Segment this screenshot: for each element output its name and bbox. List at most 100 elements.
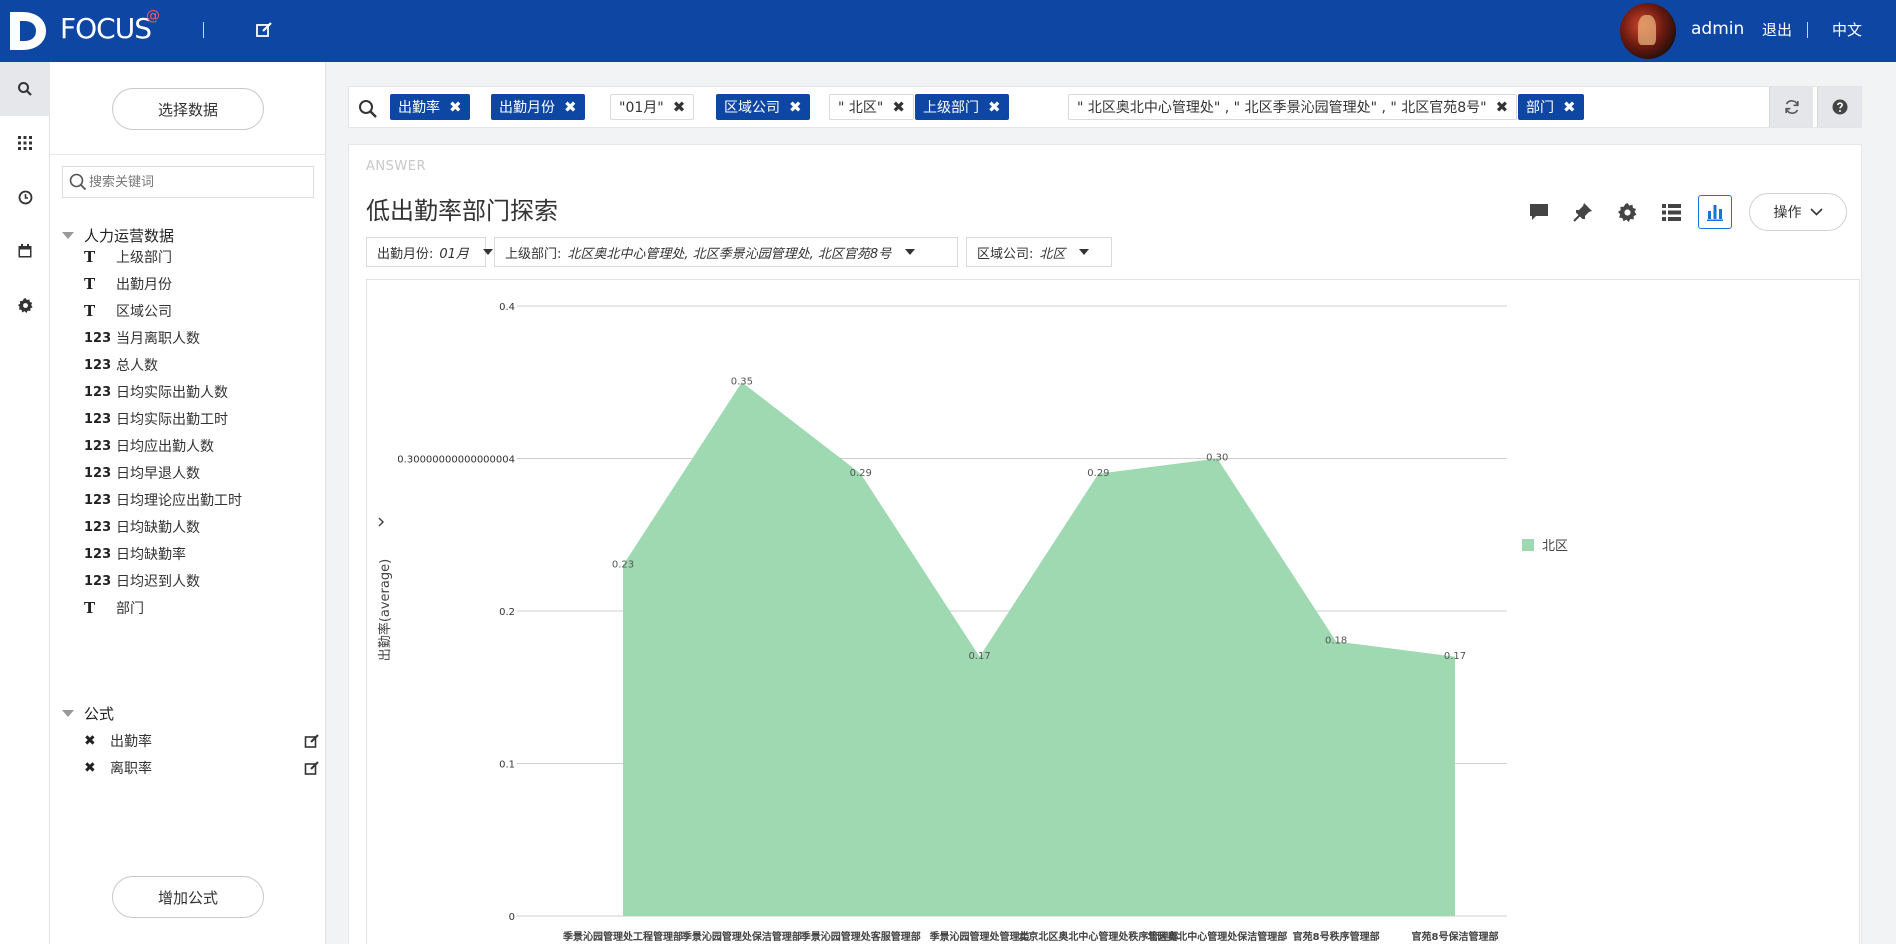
remove-tag-icon[interactable]: ✖ — [673, 98, 686, 116]
x-tick-label: 北区奥北中心管理处保洁管理部 — [1147, 930, 1287, 943]
filter-value: 北区奥北中心管理处, 北区季景沁园管理处, 北区官苑8号 — [567, 246, 892, 262]
filter-value: 01月 — [439, 246, 469, 262]
rail-settings[interactable] — [0, 278, 50, 332]
user-name[interactable]: admin — [1691, 19, 1744, 39]
calendar-icon — [18, 244, 32, 258]
avatar[interactable] — [1620, 3, 1676, 59]
table-view-button[interactable] — [1656, 197, 1686, 227]
remove-tag-icon[interactable]: ✖ — [564, 98, 577, 116]
search-input[interactable] — [89, 172, 309, 192]
number-type-icon: 123 — [84, 411, 112, 427]
language-switch[interactable]: 中文 — [1832, 19, 1862, 40]
search-tag[interactable]: 区域公司 ✖ — [716, 94, 810, 120]
field-item[interactable]: 123 当月离职人数 — [84, 327, 324, 349]
number-type-icon: 123 — [84, 357, 112, 373]
tag-label: 部门 — [1526, 100, 1554, 116]
remove-tag-icon[interactable]: ✖ — [1563, 98, 1576, 116]
keyword-search — [62, 166, 314, 198]
edit-icon[interactable] — [304, 733, 320, 749]
field-name: 部门 — [116, 601, 144, 617]
delete-icon[interactable]: ✖ — [84, 733, 110, 749]
field-item[interactable]: 123 总人数 — [84, 354, 324, 376]
formula-name: 离职率 — [110, 761, 152, 777]
field-item[interactable]: 123 日均迟到人数 — [84, 570, 324, 592]
field-item[interactable]: T 区域公司 — [84, 300, 324, 322]
search-icon — [69, 173, 87, 191]
focus-logo-icon[interactable] — [8, 8, 48, 54]
remove-tag-icon[interactable]: ✖ — [988, 98, 1001, 116]
number-type-icon: 123 — [84, 330, 112, 346]
select-data-button[interactable]: 选择数据 — [112, 88, 264, 130]
remove-tag-icon[interactable]: ✖ — [892, 98, 905, 116]
chart-view-button[interactable] — [1698, 195, 1732, 229]
help-button[interactable] — [1817, 87, 1861, 127]
remove-tag-icon[interactable]: ✖ — [789, 98, 802, 116]
search-tag[interactable]: " 北区" ✖ — [829, 94, 914, 120]
filter-region[interactable]: 区域公司: 北区 — [966, 237, 1112, 267]
field-name: 日均缺勤率 — [116, 547, 186, 563]
edit-icon[interactable] — [254, 20, 274, 40]
data-source-group[interactable]: 人力运营数据 — [62, 224, 174, 246]
search-icon[interactable] — [358, 99, 378, 119]
text-type-icon: T — [84, 275, 96, 293]
data-label: 0.18 — [1325, 636, 1347, 647]
number-type-icon: 123 — [84, 519, 112, 535]
field-name: 当月离职人数 — [116, 331, 200, 347]
search-tag-bar[interactable]: 出勤率 ✖ 出勤月份 ✖ "01月" ✖ 区域公司 ✖ " 北区" ✖ 上级部门 ✖ " 北区奥北中心管… — [348, 86, 1862, 128]
caret-down-icon — [1079, 249, 1090, 255]
operations-label: 操作 — [1773, 205, 1802, 221]
search-tag[interactable]: 出勤月份 ✖ — [491, 94, 585, 120]
search-tag[interactable]: 部门 ✖ — [1518, 94, 1584, 120]
field-item[interactable]: 123 日均缺勤率 — [84, 543, 324, 565]
rail-search[interactable] — [0, 62, 50, 116]
remove-tag-icon[interactable]: ✖ — [449, 98, 462, 116]
clock-icon — [18, 190, 32, 204]
field-item[interactable]: T 上级部门 — [84, 246, 324, 268]
field-item[interactable]: T 出勤月份 — [84, 273, 324, 295]
add-formula-button[interactable]: 增加公式 — [112, 876, 264, 918]
operations-button[interactable]: 操作 — [1749, 193, 1847, 231]
search-tag[interactable]: 上级部门 ✖ — [915, 94, 1009, 120]
formula-item[interactable]: ✖ 出勤率 — [84, 730, 320, 752]
number-type-icon: 123 — [84, 546, 112, 562]
search-tag[interactable]: 出勤率 ✖ — [390, 94, 470, 120]
answer-card: ANSWER 低出勤率部门探索 操作 出勤月份: 01月 上级部门: 北区奥北中… — [348, 144, 1862, 944]
x-tick-label: 季景沁园管理处管理类 — [929, 930, 1030, 943]
number-type-icon: 123 — [84, 573, 112, 589]
comment-button[interactable] — [1524, 197, 1554, 227]
field-name: 上级部门 — [116, 250, 172, 266]
field-item[interactable]: 123 日均早退人数 — [84, 462, 324, 484]
formula-group[interactable]: 公式 — [62, 702, 114, 724]
data-source-title: 人力运营数据 — [84, 226, 175, 245]
top-bar: FOCUS @ admin 退出 中文 — [0, 0, 1896, 62]
remove-tag-icon[interactable]: ✖ — [1496, 98, 1509, 116]
filter-parent-department[interactable]: 上级部门: 北区奥北中心管理处, 北区季景沁园管理处, 北区官苑8号 — [494, 237, 958, 267]
rail-dashboard[interactable] — [0, 116, 50, 170]
field-name: 日均缺勤人数 — [116, 520, 200, 536]
filter-value: 北区 — [1039, 246, 1066, 262]
field-item[interactable]: 123 日均实际出勤工时 — [84, 408, 324, 430]
field-item[interactable]: 123 日均缺勤人数 — [84, 516, 324, 538]
field-item[interactable]: 123 日均理论应出勤工时 — [84, 489, 324, 511]
filter-month[interactable]: 出勤月份: 01月 — [366, 237, 493, 267]
tag-label: 出勤率 — [398, 100, 440, 116]
refresh-button[interactable] — [1769, 87, 1813, 127]
formula-item[interactable]: ✖ 离职率 — [84, 757, 320, 779]
caret-down-icon — [905, 249, 916, 255]
y-tick-label: 0.2 — [499, 607, 515, 618]
field-item[interactable]: 123 日均应出勤人数 — [84, 435, 324, 457]
logout-link[interactable]: 退出 — [1762, 19, 1792, 40]
pin-button[interactable] — [1568, 197, 1598, 227]
data-label: 0.23 — [612, 559, 634, 570]
rail-history[interactable] — [0, 170, 50, 224]
search-tag[interactable]: "01月" ✖ — [610, 94, 695, 120]
edit-icon[interactable] — [304, 760, 320, 776]
search-tag[interactable]: " 北区奥北中心管理处" , " 北区季景沁园管理处" , " 北区官苑8号" ✖ — [1068, 94, 1518, 120]
rail-schedule[interactable] — [0, 224, 50, 278]
field-item[interactable]: 123 日均实际出勤人数 — [84, 381, 324, 403]
settings-button[interactable] — [1612, 197, 1642, 227]
panel-divider — [50, 154, 326, 155]
refresh-icon — [1784, 100, 1799, 114]
field-item[interactable]: T 部门 — [84, 597, 324, 619]
delete-icon[interactable]: ✖ — [84, 760, 110, 776]
